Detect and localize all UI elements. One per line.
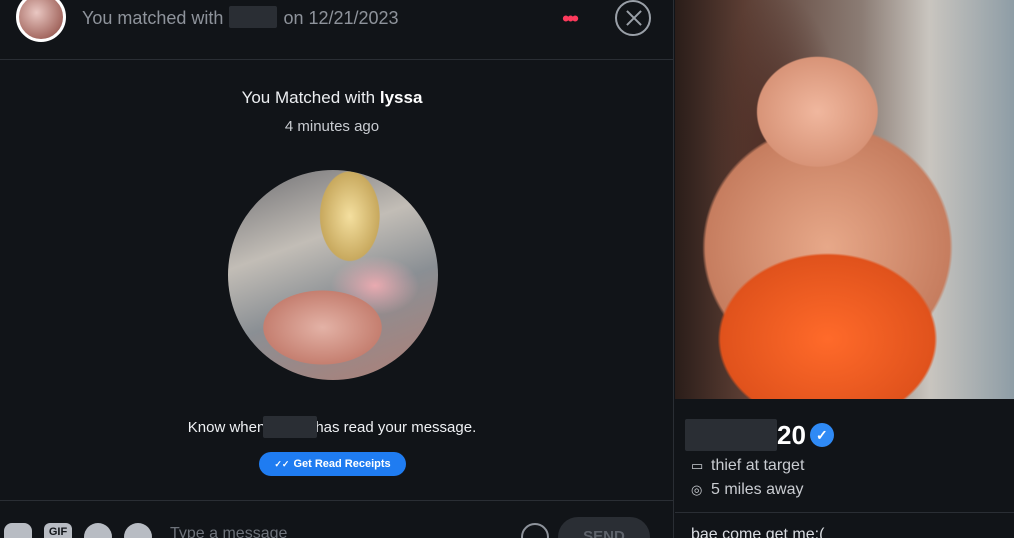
- profile-photo[interactable]: [675, 0, 1014, 399]
- match-title: You Matched with lyssa: [0, 88, 664, 108]
- profile-age: 20: [777, 419, 806, 450]
- emoji-icon[interactable]: [521, 523, 549, 538]
- message-composer: GIF SEND: [0, 500, 674, 538]
- briefcase-icon: ▭: [691, 458, 704, 473]
- app-window: You matched with on 12/21/2023 ••• You Ma…: [0, 0, 1014, 538]
- redacted-name: [685, 419, 777, 451]
- profile-distance: ◎ 5 miles away: [691, 481, 803, 499]
- read-receipts-prefix: Know when: [187, 418, 266, 436]
- message-input[interactable]: [170, 523, 500, 538]
- more-options-icon[interactable]: •••: [562, 6, 579, 32]
- match-time: 4 minutes ago: [284, 118, 380, 135]
- get-read-receipts-label: Get Read Receipts: [293, 458, 391, 470]
- redacted-name: [229, 6, 278, 29]
- match-name: lyssa: [379, 88, 423, 107]
- header-title-prefix: You matched with: [82, 8, 224, 28]
- location-pin-icon: ◎: [691, 482, 703, 497]
- redacted-name: [263, 416, 318, 438]
- double-check-icon: ✓✓: [274, 459, 290, 469]
- chat-panel: You matched with on 12/21/2023 ••• You Ma…: [0, 0, 674, 538]
- avatar[interactable]: [16, 0, 66, 42]
- profile-info: 20 ✓ ▭ thief at target ◎ 5 miles away: [675, 399, 1014, 513]
- profile-distance-text: 5 miles away: [711, 481, 804, 498]
- gif-icon[interactable]: GIF: [44, 523, 72, 538]
- bitmoji-icon[interactable]: [4, 523, 32, 538]
- match-photo[interactable]: [228, 170, 438, 380]
- get-read-receipts-button[interactable]: ✓✓ Get Read Receipts: [259, 452, 406, 476]
- send-button[interactable]: SEND: [558, 517, 650, 538]
- read-receipts-suffix: has read your message.: [315, 418, 477, 436]
- read-receipts-text: Know when has read your message.: [0, 416, 664, 439]
- header-title-suffix: on 12/21/2023: [283, 8, 399, 28]
- profile-job: ▭ thief at target: [691, 457, 804, 475]
- header-title: You matched with on 12/21/2023: [82, 6, 399, 30]
- spotify-icon[interactable]: [124, 523, 152, 538]
- verified-badge-icon: ✓: [809, 423, 834, 447]
- close-icon[interactable]: [615, 0, 651, 36]
- sticker-icon[interactable]: [84, 523, 112, 538]
- chat-header: You matched with on 12/21/2023 •••: [0, 0, 674, 60]
- profile-bio: bae come get me:(: [691, 526, 825, 538]
- profile-name-row: 20 ✓: [685, 419, 834, 451]
- profile-panel: 20 ✓ ▭ thief at target ◎ 5 miles away bae c…: [675, 0, 1014, 538]
- match-title-prefix: You Matched with: [241, 88, 376, 107]
- profile-job-text: thief at target: [711, 457, 805, 474]
